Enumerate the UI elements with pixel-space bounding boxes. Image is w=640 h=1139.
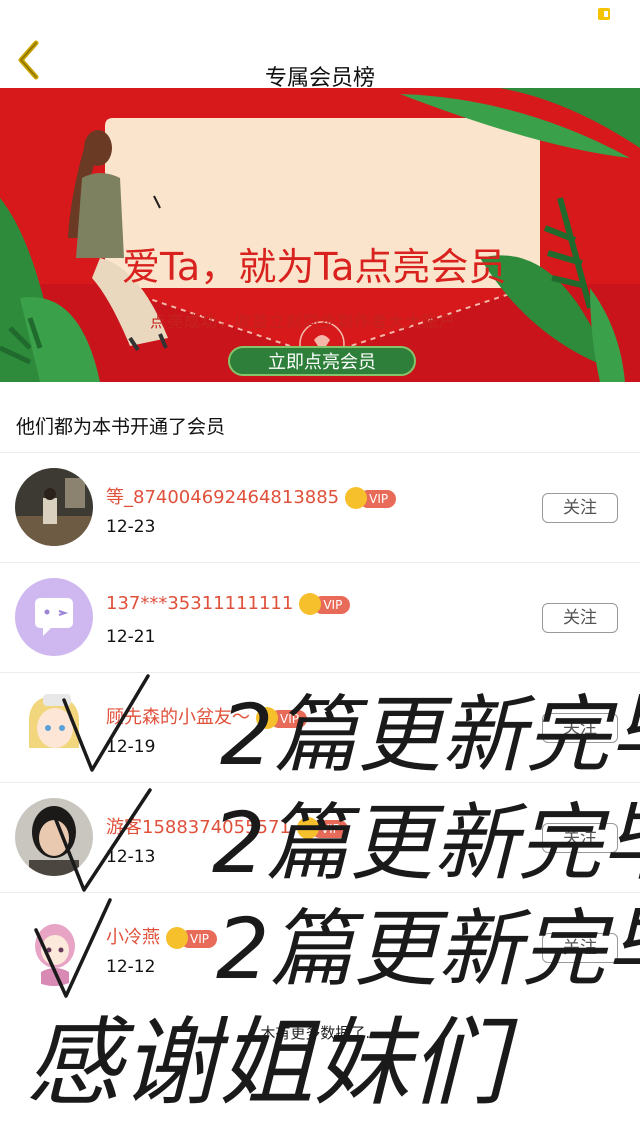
avatar[interactable] [15,908,93,986]
vip-badge: VIP [299,593,351,615]
vip-badge: VIP [345,487,397,509]
avatar[interactable] [15,468,93,546]
follow-button[interactable]: 关注 [542,603,618,633]
crown-icon [296,817,319,839]
member-name[interactable]: 137***35311111111 VIP [106,593,351,615]
banner-illustration [0,88,640,382]
banner-subtitle: 点亮成功，收益立刻同步到作者大大账户 [150,312,457,331]
crown-icon [166,927,188,949]
member-date: 12-13 [106,847,156,867]
follow-button[interactable]: 关注 [542,713,618,743]
vip-badge: VIP [256,707,307,729]
vip-badge: VIP [296,817,348,839]
member-date: 12-23 [106,517,156,537]
member-date: 12-19 [106,737,156,757]
end-of-list-text: 木有更多数据了... [260,1024,380,1042]
list-item[interactable]: 游客1588374055571 VIP 12-13 关注 [0,782,640,893]
section-title: 他们都为本书开通了会员 [16,416,226,438]
member-name[interactable]: 顾先森的小盆友～ VIP [106,703,307,729]
banner-headline: 爱Ta，就为Ta点亮会员 [122,245,507,289]
follow-button[interactable]: 关注 [542,493,618,523]
vip-badge: VIP [166,927,217,949]
list-item[interactable]: 小冷燕 VIP 12-12 关注 [0,892,640,1003]
list-item[interactable]: 137***35311111111 VIP 12-21 关注 [0,562,640,673]
member-name[interactable]: 等_874004692464813885 VIP [106,483,397,509]
light-up-membership-button[interactable]: 立即点亮会员 [228,346,416,376]
crown-icon [345,487,368,509]
member-date: 12-21 [106,627,156,647]
list-item[interactable]: 等_874004692464813885 VIP 12-23 关注 [0,452,640,563]
member-name[interactable]: 小冷燕 VIP [106,923,217,949]
follow-button[interactable]: 关注 [542,823,618,853]
avatar[interactable] [15,688,93,766]
nav-bar: 专属会员榜 [0,0,640,91]
promo-banner[interactable]: 爱Ta，就为Ta点亮会员 点亮成功，收益立刻同步到作者大大账户 立即点亮会员 [0,88,640,382]
avatar[interactable] [15,798,93,876]
member-date: 12-12 [106,957,156,977]
crown-icon [256,707,278,729]
list-item[interactable]: 顾先森的小盆友～ VIP 12-19 关注 [0,672,640,783]
member-name[interactable]: 游客1588374055571 VIP [106,813,348,839]
follow-button[interactable]: 关注 [542,933,618,963]
avatar[interactable] [15,578,93,656]
